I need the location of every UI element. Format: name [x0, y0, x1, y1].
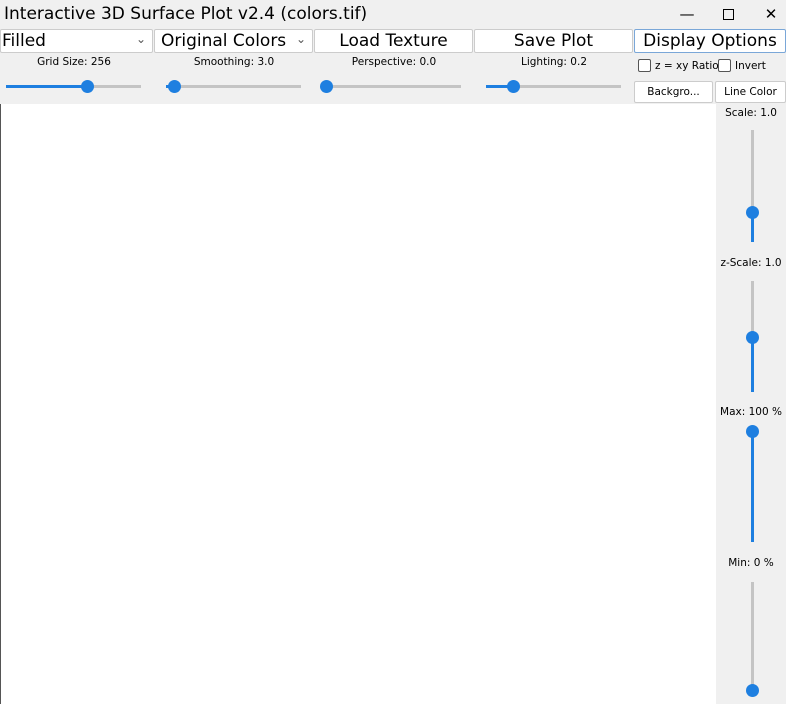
maximize-icon	[722, 8, 734, 20]
slider-thumb[interactable]	[81, 80, 94, 93]
z-scale-label: z-Scale: 1.0	[720, 257, 782, 269]
chevron-down-icon: ⌄	[135, 32, 146, 46]
lighting-slider[interactable]	[486, 80, 621, 93]
slider-thumb[interactable]	[746, 205, 759, 219]
scale-label: Scale: 1.0	[725, 107, 777, 119]
smoothing-label: Smoothing: 3.0	[193, 56, 275, 68]
maximize-button[interactable]	[705, 0, 751, 28]
render-mode-dropdown[interactable]: Filled ⌄	[0, 29, 153, 53]
z-scale-slider[interactable]	[746, 281, 759, 392]
background-color-button[interactable]: Backgro...	[634, 81, 713, 103]
max-label: Max: 100 %	[720, 406, 782, 418]
close-icon: ✕	[764, 5, 778, 23]
minimize-icon: —	[679, 5, 695, 23]
close-button[interactable]: ✕	[748, 0, 786, 28]
min-label: Min: 0 %	[728, 557, 774, 569]
minimize-button[interactable]: —	[664, 0, 710, 28]
lighting-label: Lighting: 0.2	[520, 56, 587, 68]
max-slider[interactable]	[746, 425, 759, 542]
z-xy-ratio-label: z = xy Ratio	[655, 60, 719, 72]
display-options-button[interactable]: Display Options	[634, 29, 786, 53]
z-xy-ratio-checkbox[interactable]	[638, 59, 651, 72]
scale-slider[interactable]	[746, 130, 759, 242]
color-mode-dropdown[interactable]: Original Colors ⌄	[154, 29, 313, 53]
chevron-down-icon: ⌄	[295, 32, 306, 46]
render-mode-value: Filled	[2, 31, 46, 51]
smoothing-slider[interactable]	[166, 80, 301, 93]
grid-size-slider[interactable]	[6, 80, 141, 93]
invert-label: Invert	[735, 60, 766, 72]
load-texture-button[interactable]: Load Texture	[314, 29, 473, 53]
line-color-button[interactable]: Line Color	[715, 81, 786, 103]
invert-checkbox[interactable]	[718, 59, 731, 72]
slider-thumb[interactable]	[746, 684, 759, 697]
slider-thumb[interactable]	[507, 80, 520, 93]
perspective-label: Perspective: 0.0	[351, 56, 437, 68]
slider-thumb[interactable]	[168, 80, 182, 93]
grid-size-label: Grid Size: 256	[37, 56, 111, 68]
perspective-slider[interactable]	[320, 80, 461, 93]
color-mode-value: Original Colors	[161, 31, 287, 51]
window-title: Interactive 3D Surface Plot v2.4 (colors…	[4, 4, 368, 24]
plot-canvas[interactable]	[0, 104, 716, 704]
slider-thumb[interactable]	[746, 425, 759, 438]
min-slider[interactable]	[746, 582, 759, 697]
slider-thumb[interactable]	[746, 330, 759, 344]
slider-thumb[interactable]	[320, 80, 333, 93]
save-plot-button[interactable]: Save Plot	[474, 29, 633, 53]
